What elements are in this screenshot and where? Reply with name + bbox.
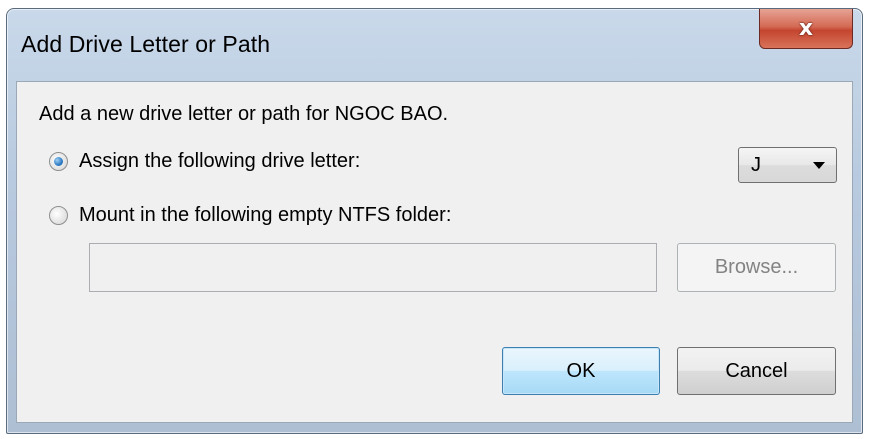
assign-drive-letter-radio[interactable] xyxy=(49,152,68,171)
mount-folder-option[interactable]: Mount in the following empty NTFS folder… xyxy=(49,204,451,227)
drive-letter-value: J xyxy=(751,153,761,176)
dialog-description: Add a new drive letter or path for NGOC … xyxy=(39,103,449,125)
drive-letter-select[interactable]: J xyxy=(738,147,837,183)
ok-button[interactable]: OK xyxy=(502,347,660,395)
close-button[interactable]: x xyxy=(759,9,853,49)
assign-drive-letter-label: Assign the following drive letter: xyxy=(79,150,361,172)
mount-folder-radio[interactable] xyxy=(49,206,68,225)
cancel-button[interactable]: Cancel xyxy=(677,347,836,395)
title-bar[interactable]: Add Drive Letter or Path x xyxy=(7,9,862,81)
chevron-down-icon xyxy=(813,162,825,169)
close-icon: x xyxy=(798,16,814,41)
mount-folder-label: Mount in the following empty NTFS folder… xyxy=(79,204,452,226)
window-title: Add Drive Letter or Path xyxy=(21,31,271,57)
folder-path-input[interactable] xyxy=(89,243,657,292)
assign-drive-letter-option[interactable]: Assign the following drive letter: xyxy=(49,150,360,173)
browse-button[interactable]: Browse... xyxy=(677,243,836,292)
